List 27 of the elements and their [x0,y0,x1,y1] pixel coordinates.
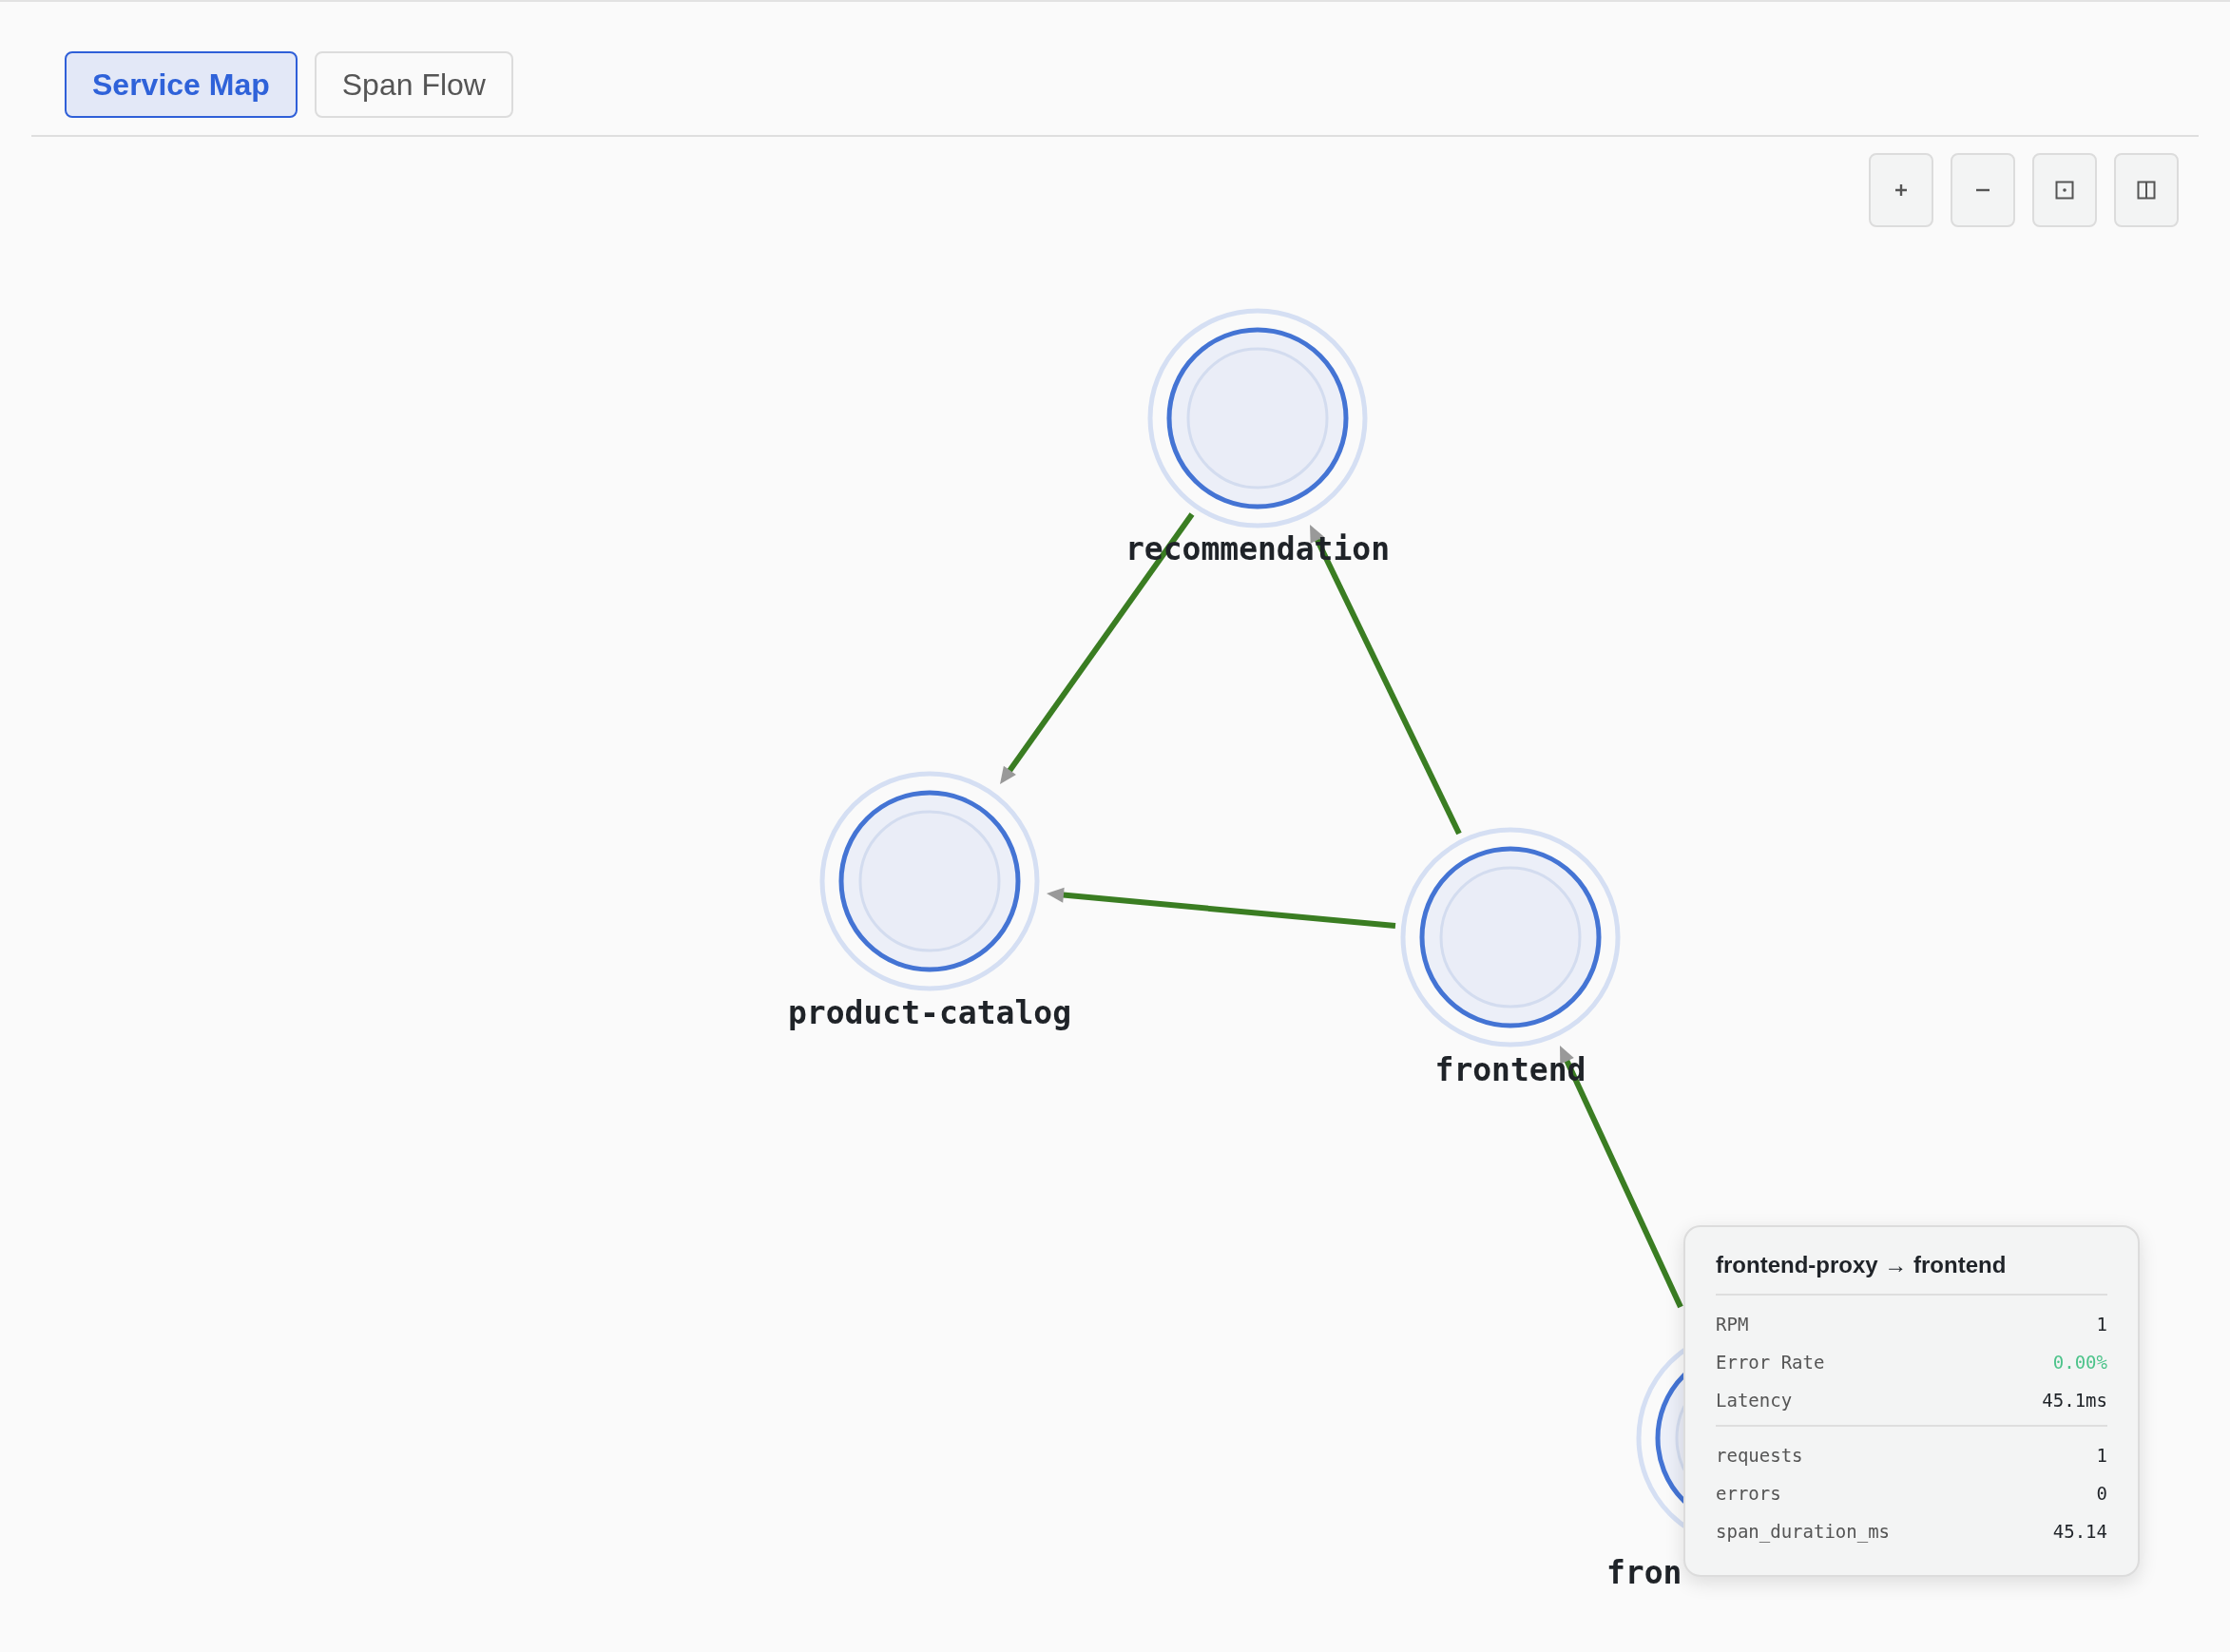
fit-view-button[interactable] [2032,153,2097,227]
view-tab[interactable]: Span Flow [314,51,513,118]
node-label: product-catalog [788,994,1071,1031]
plus-icon [1894,182,1909,198]
columns-icon [2137,181,2156,200]
attribute-value: 1 [2096,1444,2107,1468]
metric-value: 0.00% [2052,1351,2107,1374]
metric-value: 1 [2096,1313,2107,1336]
zoom-out-button[interactable] [1951,153,2015,227]
metric-value: 45.1ms [2042,1389,2107,1412]
metric-label: Latency [1716,1389,1793,1412]
attribute-label: errors [1716,1482,1781,1506]
zoom-in-button[interactable] [1869,153,1933,227]
tooltip-title: frontend-proxy → frontend [1716,1252,2008,1278]
service-node[interactable] [1400,827,1621,1047]
attribute-label: span_duration_ms [1716,1520,1891,1545]
minus-icon [1975,188,1990,192]
node-label: fron [1606,1554,1682,1591]
attribute-value: 45.14 [2052,1520,2107,1544]
layout-button[interactable] [2114,153,2179,227]
view-tab[interactable]: Service Map [65,51,298,118]
service-node[interactable] [1147,308,1368,528]
metric-label: Error Rate [1716,1351,1825,1374]
metric-label: RPM [1716,1313,1749,1336]
attribute-value: 0 [2096,1482,2107,1506]
service-node[interactable] [819,771,1040,991]
attribute-label: requests [1716,1444,1803,1468]
